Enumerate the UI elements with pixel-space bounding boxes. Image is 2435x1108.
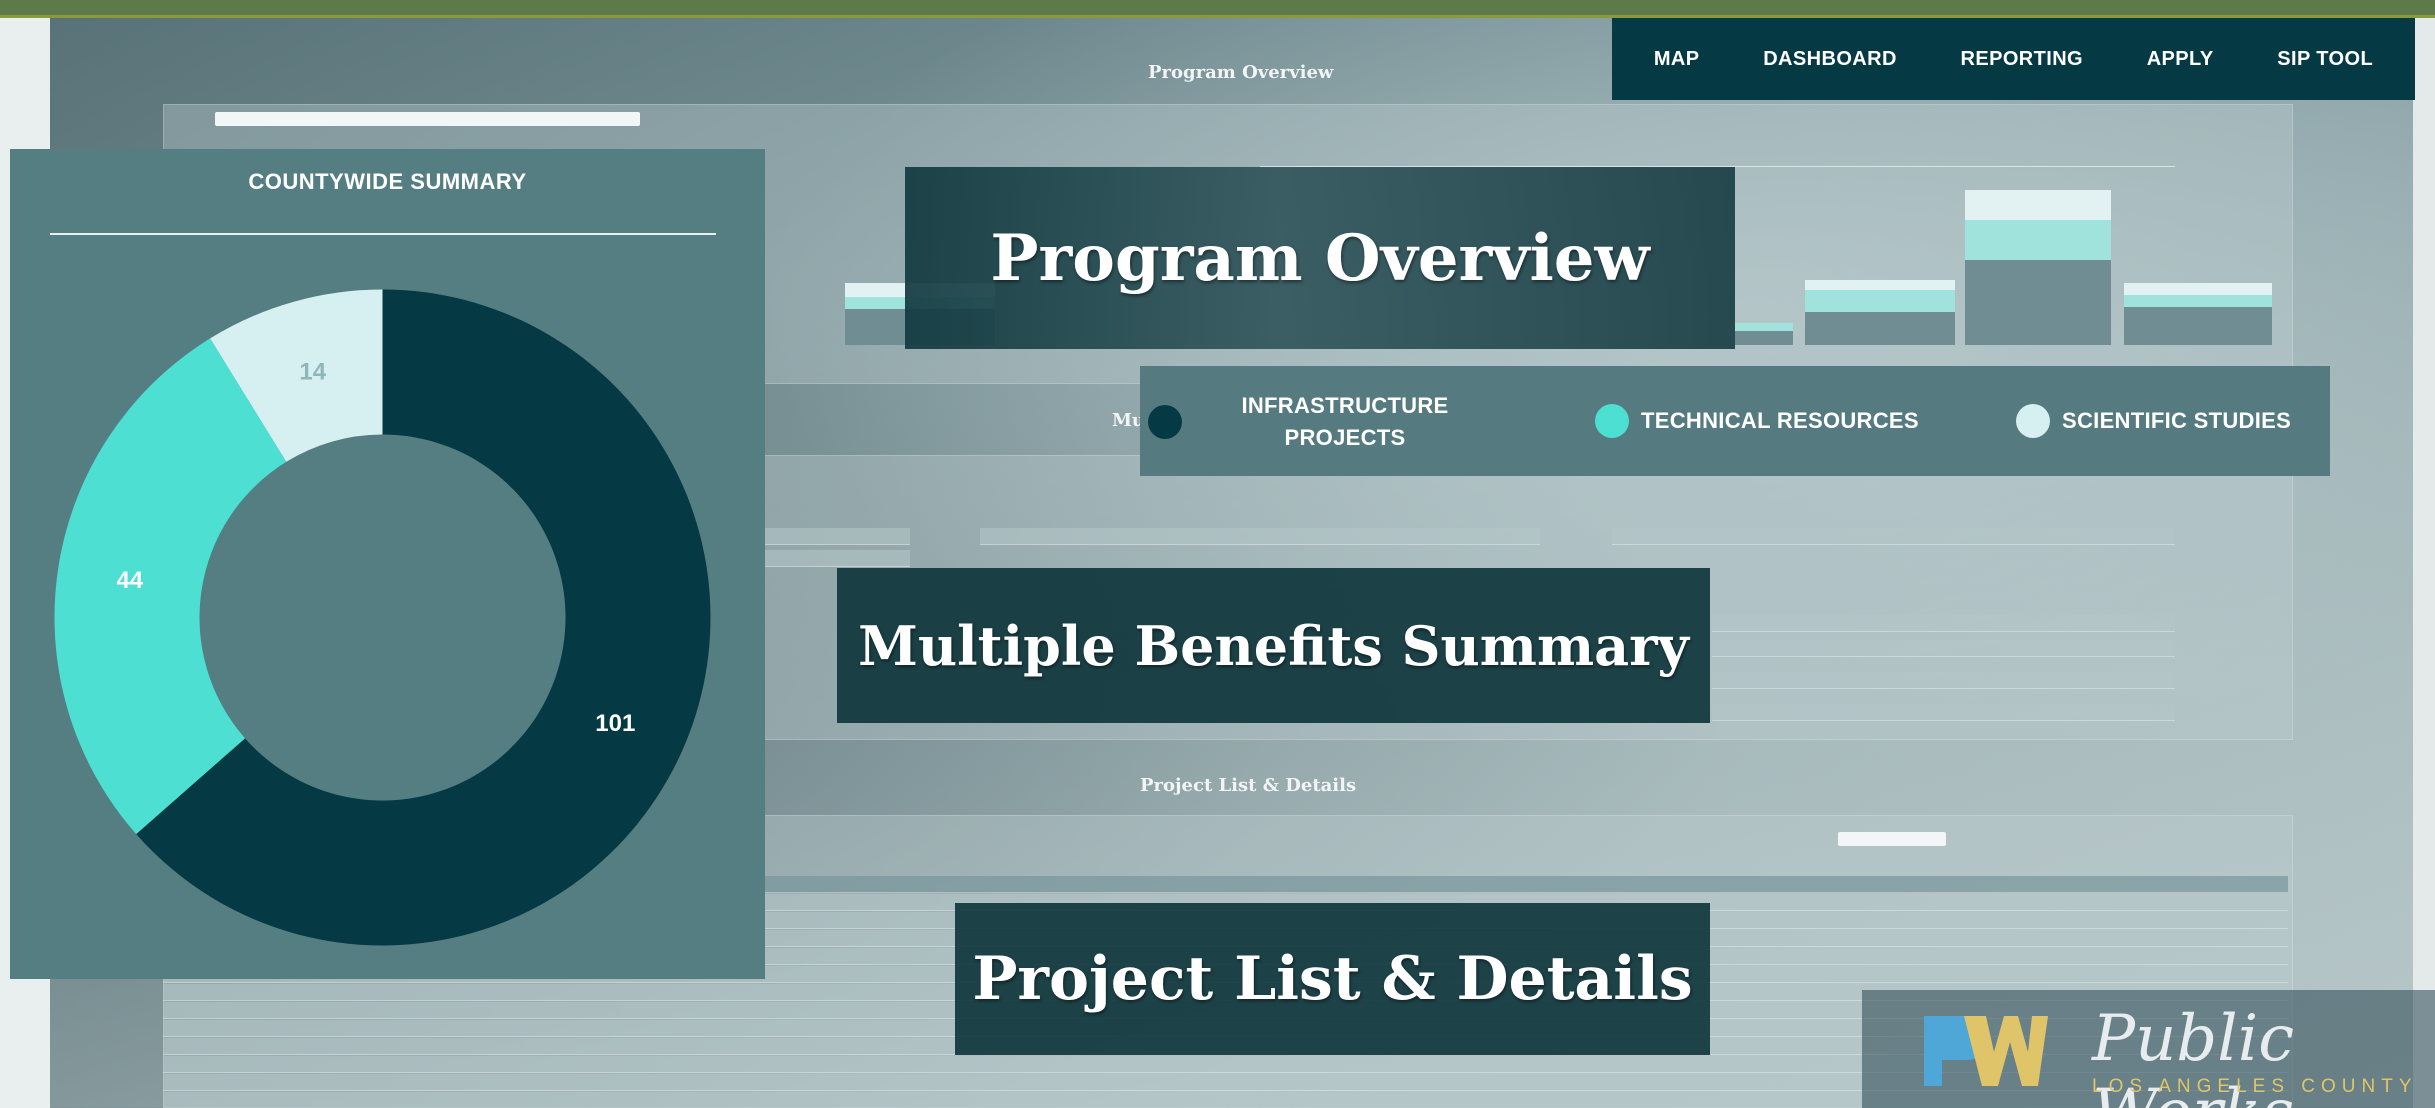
bg-chart-bar (2124, 283, 2272, 345)
multiple-benefits-text: Multiple Benefits Summary (858, 613, 1689, 678)
legend-label-scientific: SCIENTIFIC STUDIES (2062, 408, 2292, 433)
program-overview-title: Program Overview (905, 167, 1735, 349)
bg-benefit-row (1712, 615, 2175, 632)
public-works-logo: Public Works LOS ANGELES COUNTY (1862, 990, 2435, 1108)
project-list-title: Project List & Details (955, 903, 1710, 1055)
bg-program-overview-heading: Program Overview (1148, 62, 1334, 83)
legend-label-technical: TECHNICAL RESOURCES (1641, 408, 1919, 433)
nav-reporting[interactable]: REPORTING (1961, 48, 2084, 71)
bg-project-search[interactable] (1838, 832, 1946, 846)
category-legend: INFRASTRUCTURE PROJECTS TECHNICAL RESOUR… (1140, 366, 2330, 476)
legend-label-infrastructure: INFRASTRUCTURE PROJECTS (1241, 393, 1449, 450)
program-overview-text: Program Overview (990, 220, 1650, 296)
multiple-benefits-title: Multiple Benefits Summary (837, 568, 1710, 723)
bg-chart-bar (1965, 190, 2111, 345)
title-divider (50, 233, 716, 235)
nav-dashboard[interactable]: DASHBOARD (1763, 48, 1897, 71)
bg-benefit-row (1712, 672, 2175, 689)
bg-search-input[interactable] (215, 112, 640, 126)
countywide-donut-chart: 101 44 14 (54, 289, 711, 946)
pw-monogram-icon (1924, 1016, 2048, 1086)
legend-item-scientific[interactable]: SCIENTIFIC STUDIES (2016, 404, 2291, 438)
legend-dot-infrastructure (1148, 405, 1182, 439)
legend-dot-scientific (2016, 404, 2050, 438)
nav-map[interactable]: MAP (1654, 48, 1700, 71)
bg-benefit-row (1712, 704, 2175, 721)
bg-chart-bar (1735, 323, 1793, 345)
bg-project-list-heading: Project List & Details (1140, 775, 1357, 796)
public-works-subtitle: LOS ANGELES COUNTY (2092, 1076, 2418, 1097)
legend-item-technical[interactable]: TECHNICAL RESOURCES (1595, 404, 1919, 438)
legend-dot-technical (1595, 404, 1629, 438)
bg-benefit-row (1712, 640, 2175, 657)
right-margin (2413, 0, 2435, 1108)
donut-data-label: 14 (299, 359, 326, 386)
donut-data-label: 101 (595, 710, 635, 737)
countywide-summary-title: COUNTYWIDE SUMMARY (248, 169, 527, 194)
bg-benefit-row (765, 550, 910, 567)
nav-apply[interactable]: APPLY (2147, 48, 2214, 71)
nav-sip-tool[interactable]: SIP TOOL (2277, 48, 2373, 71)
bg-benefit-row (980, 528, 1540, 545)
bg-benefit-row (1612, 528, 2175, 545)
project-list-text: Project List & Details (972, 944, 1693, 1014)
site-top-bar (0, 0, 2435, 18)
bg-chart-bar (1805, 280, 1955, 345)
main-nav: MAP DASHBOARD REPORTING APPLY SIP TOOL (1612, 18, 2415, 100)
legend-item-infrastructure[interactable]: INFRASTRUCTURE PROJECTS (1148, 390, 1460, 454)
donut-data-label: 44 (116, 567, 143, 594)
bg-benefit-row (765, 528, 910, 545)
